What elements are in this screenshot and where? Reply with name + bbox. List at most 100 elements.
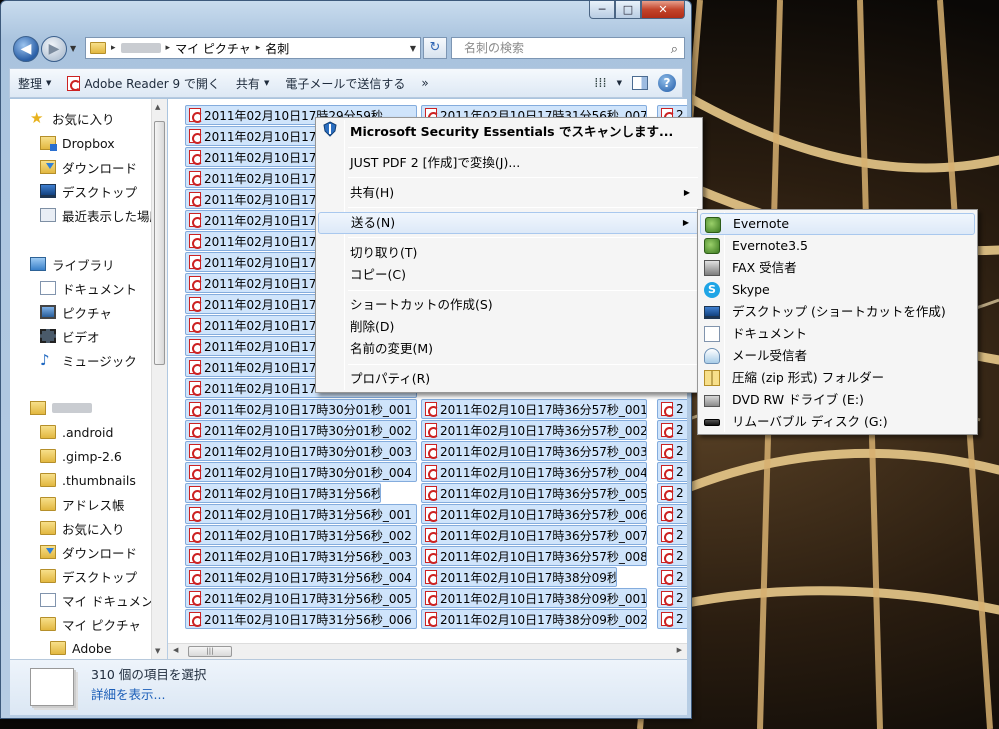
file-item[interactable]: 2 (657, 462, 687, 482)
file-item[interactable]: 2011年02月10日17時36分57秒_001 (421, 399, 647, 419)
nav-item-contacts[interactable]: アドレス帳 (40, 493, 125, 515)
file-item[interactable]: 2011年02月10日17時31分56秒_002 (185, 525, 417, 545)
file-item[interactable]: 2 (657, 420, 687, 440)
nav-item-thumbnails[interactable]: .thumbnails (40, 469, 136, 491)
send-to-desktop[interactable]: デスクトップ (ショートカットを作成) (700, 301, 975, 323)
nav-user-folder[interactable] (30, 397, 92, 419)
scroll-left-icon[interactable]: ◀ (173, 646, 178, 654)
file-item[interactable]: 2011年02月10日17時36分57秒_004 (421, 462, 647, 482)
scroll-right-icon[interactable]: ▶ (677, 646, 682, 654)
scroll-up-icon[interactable]: ▲ (155, 103, 160, 111)
file-item[interactable]: 2 (657, 441, 687, 461)
breadcrumb-separator[interactable]: ▸ (256, 43, 261, 53)
scrollbar-thumb[interactable]: ||| (188, 646, 232, 657)
nav-favorites-header[interactable]: ★ お気に入り (30, 107, 115, 129)
nav-item-downloads[interactable]: ダウンロード (40, 156, 137, 178)
send-to-zip-folder[interactable]: 圧縮 (zip 形式) フォルダー (700, 367, 975, 389)
send-to-fax[interactable]: FAX 受信者 (700, 257, 975, 279)
help-icon[interactable]: ? (658, 74, 676, 92)
nav-item-music[interactable]: ♪ ミュージック (40, 349, 137, 371)
open-with-adobe-button[interactable]: Adobe Reader 9 で開く (59, 75, 228, 92)
back-button[interactable]: ◀ (13, 36, 39, 62)
change-view-icon[interactable]: ⁞⁞⁞ (594, 76, 606, 91)
recent-pages-dropdown[interactable]: ▼ (70, 44, 76, 53)
send-to-evernote35[interactable]: Evernote3.5 (700, 235, 975, 257)
menu-item-share[interactable]: 共有(H) ▶ (318, 182, 700, 204)
menu-item-delete[interactable]: 削除(D) (318, 316, 700, 338)
file-item[interactable]: 2 (657, 525, 687, 545)
file-item[interactable]: 2011年02月10日17時36分57秒_008 (421, 546, 647, 566)
file-item[interactable]: 2011年02月10日17時36分57秒_003 (421, 441, 647, 461)
file-item[interactable]: 2 (657, 567, 687, 587)
nav-item-user-favorites[interactable]: お気に入り (40, 517, 125, 539)
file-item[interactable]: 2011年02月10日17時38分09秒_002 (421, 609, 647, 629)
file-item[interactable]: 2011年02月10日17時38分09秒_001 (421, 588, 647, 608)
file-item[interactable]: 2011年02月10日17時30分01秒_004 (185, 462, 417, 482)
file-item[interactable]: 2 (657, 399, 687, 419)
address-history-dropdown[interactable]: ▼ (410, 44, 416, 53)
file-item[interactable]: 2011年02月10日17時31分56秒_006 (185, 609, 417, 629)
file-item[interactable]: 2011年02月10日17時36分57秒_005 (421, 483, 647, 503)
file-item[interactable]: 2011年02月10日17時31分56秒_004 (185, 567, 417, 587)
preview-pane-icon[interactable] (632, 76, 648, 90)
nav-item-desktop[interactable]: デスクトップ (40, 180, 137, 202)
menu-item-scan[interactable]: Microsoft Security Essentials でスキャンします..… (318, 121, 700, 143)
file-item[interactable]: 2011年02月10日17時38分09秒 (421, 567, 617, 587)
menu-item-just-pdf[interactable]: JUST PDF 2 [作成]で変換(J)... (318, 152, 700, 174)
file-item[interactable]: 2011年02月10日17時36分57秒_007 (421, 525, 647, 545)
nav-item-documents[interactable]: ドキュメント (40, 277, 137, 299)
breadcrumb-separator[interactable]: ▸ (111, 43, 116, 53)
send-to-removable-disk[interactable]: リムーバブル ディスク (G:) (700, 411, 975, 433)
file-item[interactable]: 2011年02月10日17時30分01秒_003 (185, 441, 417, 461)
file-item[interactable]: 2011年02月10日17時36分57秒_002 (421, 420, 647, 440)
send-to-dvd-drive[interactable]: DVD RW ドライブ (E:) (700, 389, 975, 411)
show-details-link[interactable]: 詳細を表示... (91, 684, 165, 703)
breadcrumb-my-pictures[interactable]: マイ ピクチャ (175, 40, 251, 57)
file-item[interactable]: 2011年02月10日17時31分56秒_001 (185, 504, 417, 524)
nav-item-android[interactable]: .android (40, 421, 113, 443)
search-icon[interactable]: ⌕ (671, 40, 678, 60)
horizontal-scrollbar[interactable]: ◀ ||| ▶ (168, 643, 687, 659)
nav-item-my-documents[interactable]: マイ ドキュメン (40, 589, 153, 611)
menu-item-cut[interactable]: 切り取り(T) (318, 242, 700, 264)
nav-item-gimp[interactable]: .gimp-2.6 (40, 445, 122, 467)
nav-libraries-header[interactable]: ライブラリ (30, 253, 115, 275)
organize-button[interactable]: 整理 ▼ (10, 75, 59, 92)
file-item[interactable]: 2011年02月10日17時36分57秒_006 (421, 504, 647, 524)
nav-item-user-downloads[interactable]: ダウンロード (40, 541, 137, 563)
more-commands-button[interactable]: » (413, 76, 436, 90)
file-item[interactable]: 2 (657, 546, 687, 566)
email-button[interactable]: 電子メールで送信する (277, 75, 413, 92)
file-item[interactable]: 2011年02月10日17時31分56秒_003 (185, 546, 417, 566)
address-bar[interactable]: ▸ ▸ マイ ピクチャ ▸ 名刺 ▼ (85, 37, 421, 59)
file-item[interactable]: 2011年02月10日17時31分56秒_005 (185, 588, 417, 608)
nav-item-my-pictures[interactable]: マイ ピクチャ (40, 613, 141, 635)
nav-item-adobe[interactable]: Adobe (50, 637, 112, 659)
close-button[interactable]: ✕ (641, 1, 685, 19)
scroll-down-icon[interactable]: ▼ (155, 647, 160, 655)
nav-item-user-desktop[interactable]: デスクトップ (40, 565, 137, 587)
menu-item-copy[interactable]: コピー(C) (318, 264, 700, 286)
forward-button[interactable]: ▶ (41, 36, 67, 62)
maximize-button[interactable]: □ (615, 1, 641, 19)
nav-item-dropbox[interactable]: Dropbox (40, 132, 115, 154)
file-item[interactable]: 2011年02月10日17時30分01秒_001 (185, 399, 417, 419)
send-to-evernote[interactable]: Evernote (700, 213, 975, 235)
menu-item-create-shortcut[interactable]: ショートカットの作成(S) (318, 294, 700, 316)
minimize-button[interactable]: ─ (589, 1, 615, 19)
share-button[interactable]: 共有 ▼ (228, 75, 277, 92)
menu-item-properties[interactable]: プロパティ(R) (318, 368, 700, 390)
file-item[interactable]: 2011年02月10日17時30分01秒_002 (185, 420, 417, 440)
view-options-dropdown[interactable]: ▼ (617, 79, 622, 87)
file-item[interactable]: 2 (657, 504, 687, 524)
file-item[interactable]: 2 (657, 588, 687, 608)
nav-item-recent-places[interactable]: 最近表示した場所 (40, 204, 162, 226)
breadcrumb-separator[interactable]: ▸ (166, 43, 171, 53)
nav-pane-scrollbar[interactable]: ▲ ▼ (151, 99, 167, 659)
send-to-mail-recipient[interactable]: メール受信者 (700, 345, 975, 367)
send-to-documents[interactable]: ドキュメント (700, 323, 975, 345)
breadcrumb-business-cards[interactable]: 名刺 (265, 40, 289, 57)
file-item[interactable]: 2 (657, 609, 687, 629)
search-input[interactable]: 名刺の検索 ⌕ (451, 37, 685, 59)
nav-item-videos[interactable]: ビデオ (40, 325, 100, 347)
